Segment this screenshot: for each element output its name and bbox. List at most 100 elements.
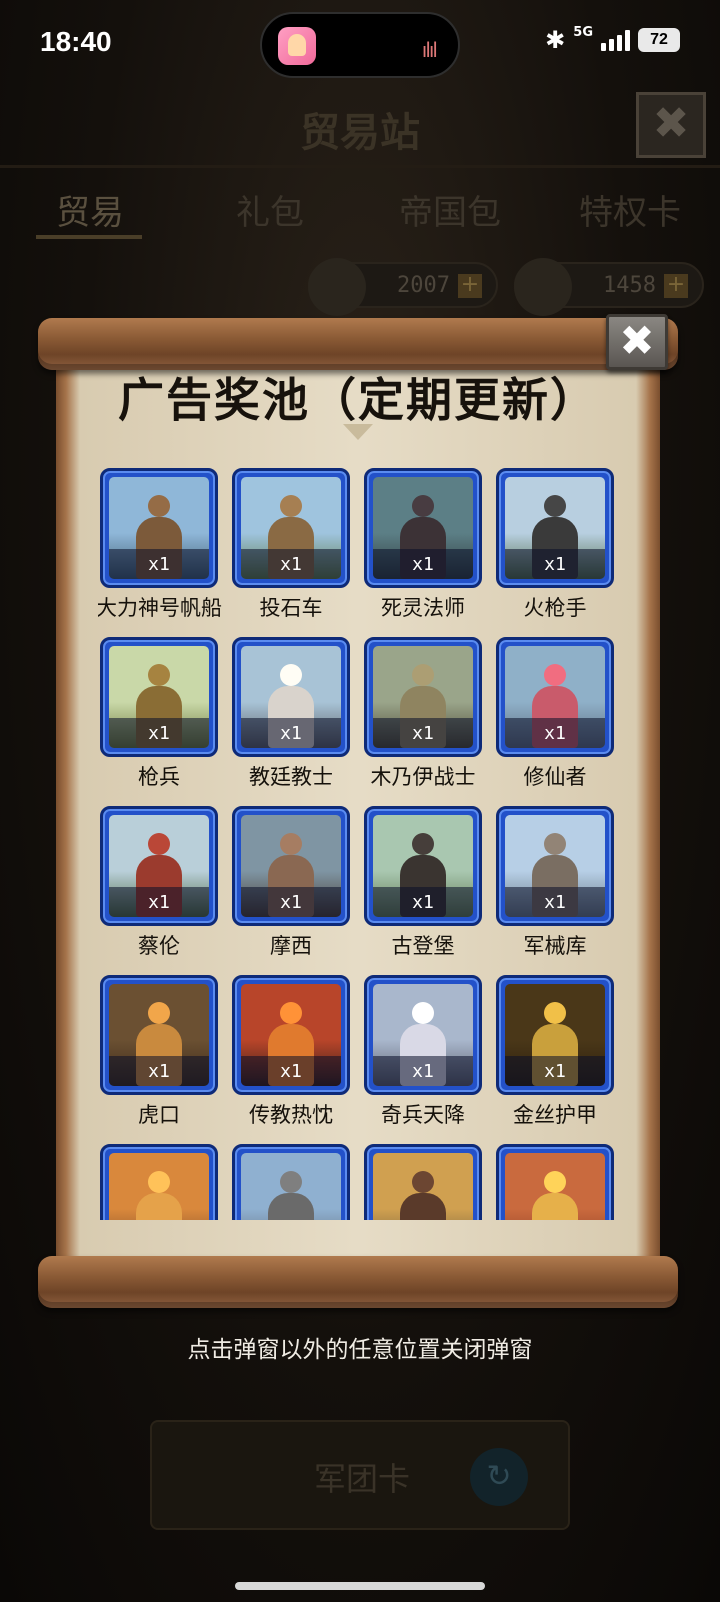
add-medals-button[interactable]: +	[458, 274, 482, 298]
art-figure-head	[148, 664, 170, 686]
reward-item-frame[interactable]	[232, 1144, 350, 1220]
reward-item-quantity: x1	[148, 892, 170, 913]
tab-gift-pack[interactable]: 礼包	[180, 185, 360, 234]
reward-item-frame[interactable]: x1	[100, 975, 218, 1095]
reward-item-name: 虎口	[138, 1103, 180, 1127]
reward-pool-popup: 广告奖池（定期更新） ✖ x1 大力神号帆船 x1 投石车 x1 死灵法师 x1 火枪手 x1 枪…	[38, 314, 678, 1308]
reward-item-frame[interactable]: x1	[496, 806, 614, 926]
currency-diamonds-value: 1458	[603, 273, 656, 298]
legion-card-banner[interactable]: 军团卡 ↻	[150, 1420, 570, 1530]
art-figure-head	[280, 1171, 302, 1193]
status-time: 18:40	[40, 26, 112, 57]
reward-item-art: x1	[505, 984, 605, 1086]
reward-item-frame[interactable]: x1	[496, 468, 614, 588]
reward-item-name: 修仙者	[523, 765, 587, 789]
reward-item[interactable]	[362, 1144, 482, 1220]
reward-item-name: 木乃伊战士	[370, 765, 476, 789]
art-figure-head	[280, 495, 302, 517]
reward-item-quantity: x1	[544, 723, 566, 744]
currency-diamonds: 1458 +	[514, 258, 704, 316]
audio-wave-icon: ılıl	[421, 38, 438, 62]
reward-item-frame[interactable]: x1	[364, 637, 482, 757]
refresh-icon[interactable]: ↻	[470, 1448, 528, 1506]
tab-trade[interactable]: 贸易	[0, 185, 180, 234]
network-type: 5G	[573, 24, 593, 40]
currency-medals: 2007 +	[308, 258, 498, 316]
tab-bar: 贸易 礼包 帝国包 特权卡	[0, 185, 720, 234]
title-ornament-icon	[343, 424, 373, 440]
reward-item[interactable]: x1 奇兵天降	[362, 975, 482, 1144]
reward-item[interactable]: x1 古登堡	[362, 806, 482, 975]
art-figure-head	[544, 833, 566, 855]
reward-item-frame[interactable]: x1	[100, 637, 218, 757]
art-figure-head	[280, 664, 302, 686]
reward-item-frame[interactable]	[364, 1144, 482, 1220]
reward-item[interactable]: x1 投石车	[230, 468, 350, 637]
reward-item-name: 摩西	[270, 934, 312, 958]
art-figure-head	[544, 495, 566, 517]
reward-item-quantity: x1	[412, 554, 434, 575]
reward-item[interactable]: x1 枪兵	[98, 637, 218, 806]
reward-item[interactable]	[230, 1144, 350, 1220]
home-indicator[interactable]	[235, 1582, 485, 1590]
reward-item-frame[interactable]: x1	[364, 468, 482, 588]
reward-item[interactable]: x1 摩西	[230, 806, 350, 975]
reward-item-frame[interactable]: x1	[100, 468, 218, 588]
art-figure	[400, 1193, 446, 1220]
reward-item-frame[interactable]: x1	[232, 468, 350, 588]
art-figure-head	[544, 1002, 566, 1024]
tab-privilege-card[interactable]: 特权卡	[540, 185, 720, 234]
scroll-top-roll	[38, 318, 678, 370]
reward-item[interactable]	[98, 1144, 218, 1220]
reward-item-frame[interactable]	[100, 1144, 218, 1220]
reward-item-frame[interactable]: x1	[100, 806, 218, 926]
tab-empire-pack[interactable]: 帝国包	[360, 185, 540, 234]
add-diamonds-button[interactable]: +	[664, 274, 688, 298]
reward-item-frame[interactable]: x1	[232, 806, 350, 926]
reward-item[interactable]: x1 教廷教士	[230, 637, 350, 806]
reward-item[interactable]: x1 金丝护甲	[494, 975, 614, 1144]
reward-item-quantity: x1	[148, 1061, 170, 1082]
reward-item[interactable]: x1 蔡伦	[98, 806, 218, 975]
reward-item-art: x1	[505, 646, 605, 748]
reward-item[interactable]: x1 军械库	[494, 806, 614, 975]
reward-item[interactable]: x1 大力神号帆船	[98, 468, 222, 637]
header-close-button[interactable]: ✖	[636, 92, 706, 158]
reward-grid[interactable]: x1 大力神号帆船 x1 投石车 x1 死灵法师 x1 火枪手 x1 枪兵 x1 教廷教士 x1 木乃伊战…	[98, 468, 618, 1220]
art-figure-head	[412, 495, 434, 517]
close-hint: 点击弹窗以外的任意位置关闭弹窗	[187, 1337, 533, 1363]
diamond-icon	[514, 258, 572, 316]
reward-item[interactable]: x1 木乃伊战士	[362, 637, 482, 806]
reward-item-art	[241, 1153, 341, 1220]
reward-item[interactable]: x1 虎口	[98, 975, 218, 1144]
art-figure-head	[148, 1002, 170, 1024]
reward-item[interactable]: x1 修仙者	[494, 637, 614, 806]
reward-item-art: x1	[373, 815, 473, 917]
reward-item[interactable]: x1 死灵法师	[362, 468, 482, 637]
active-tab-indicator	[36, 235, 142, 239]
reward-item-art: x1	[241, 984, 341, 1086]
reward-item-frame[interactable]	[496, 1144, 614, 1220]
popup-close-button[interactable]: ✖	[606, 314, 668, 370]
reward-item-art: x1	[505, 815, 605, 917]
reward-item-frame[interactable]: x1	[232, 975, 350, 1095]
currency-medals-value: 2007	[397, 273, 450, 298]
reward-item-art: x1	[109, 477, 209, 579]
reward-item-frame[interactable]: x1	[232, 637, 350, 757]
reward-item-frame[interactable]: x1	[364, 806, 482, 926]
reward-item-name: 火枪手	[523, 596, 587, 620]
reward-item[interactable]: x1 火枪手	[494, 468, 614, 637]
bluetooth-icon: ✱	[545, 26, 566, 54]
reward-item-name: 投石车	[259, 596, 323, 620]
reward-item-quantity: x1	[412, 892, 434, 913]
reward-item-frame[interactable]: x1	[496, 637, 614, 757]
art-figure-head	[412, 1002, 434, 1024]
reward-item-frame[interactable]: x1	[496, 975, 614, 1095]
status-bar: 18:40 ılıl ✱ 5G 72	[0, 0, 720, 90]
reward-item[interactable]: x1 传教热忱	[230, 975, 350, 1144]
reward-item-art: x1	[373, 477, 473, 579]
reward-item-frame[interactable]: x1	[364, 975, 482, 1095]
header-divider	[0, 165, 720, 168]
reward-item[interactable]	[494, 1144, 614, 1220]
art-figure-head	[280, 833, 302, 855]
